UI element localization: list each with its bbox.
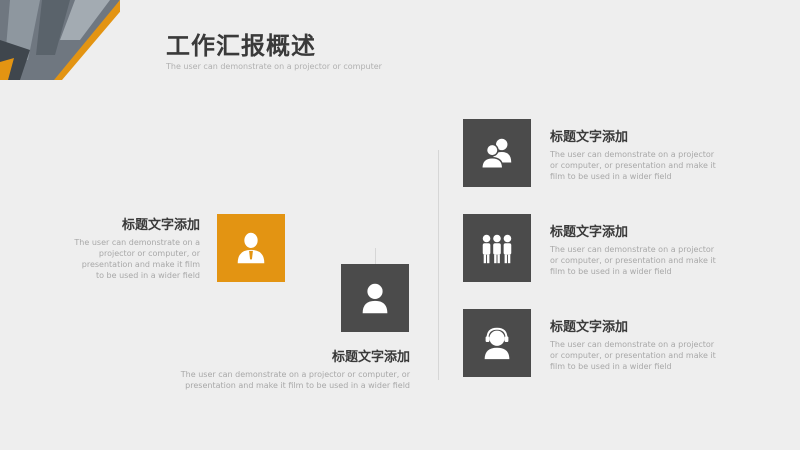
right-item-1-icon-box [463, 119, 531, 187]
connector-line [438, 150, 439, 380]
connector-line [375, 248, 376, 264]
businessman-icon [237, 232, 265, 264]
right-item-2-icon-box [463, 214, 531, 282]
team-icon [482, 234, 512, 264]
corner-building-photo [0, 0, 120, 80]
right-item-3-icon-box [463, 309, 531, 377]
center-item-title: 标题文字添加 [331, 350, 410, 365]
two-people-icon [481, 138, 512, 169]
right-item-1-title: 标题文字添加 [550, 130, 629, 145]
person-icon [362, 283, 388, 314]
left-item-icon-box [217, 214, 285, 282]
right-item-2-desc: The user can demonstrate on a projector … [550, 245, 716, 276]
center-item-icon-box [341, 264, 409, 332]
right-item-2-title: 标题文字添加 [550, 225, 629, 240]
page-subtitle: The user can demonstrate on a projector … [166, 62, 382, 71]
right-item-3-title: 标题文字添加 [550, 320, 629, 335]
right-item-1-desc: The user can demonstrate on a projector … [550, 150, 716, 181]
right-item-3-desc: The user can demonstrate on a projector … [550, 340, 716, 371]
headset-person-icon [484, 327, 510, 360]
left-item-title: 标题文字添加 [121, 218, 200, 233]
left-item-desc: The user can demonstrate on a projector … [74, 238, 200, 280]
page-title: 工作汇报概述 [166, 32, 316, 60]
center-item-desc: The user can demonstrate on a projector … [180, 370, 410, 390]
